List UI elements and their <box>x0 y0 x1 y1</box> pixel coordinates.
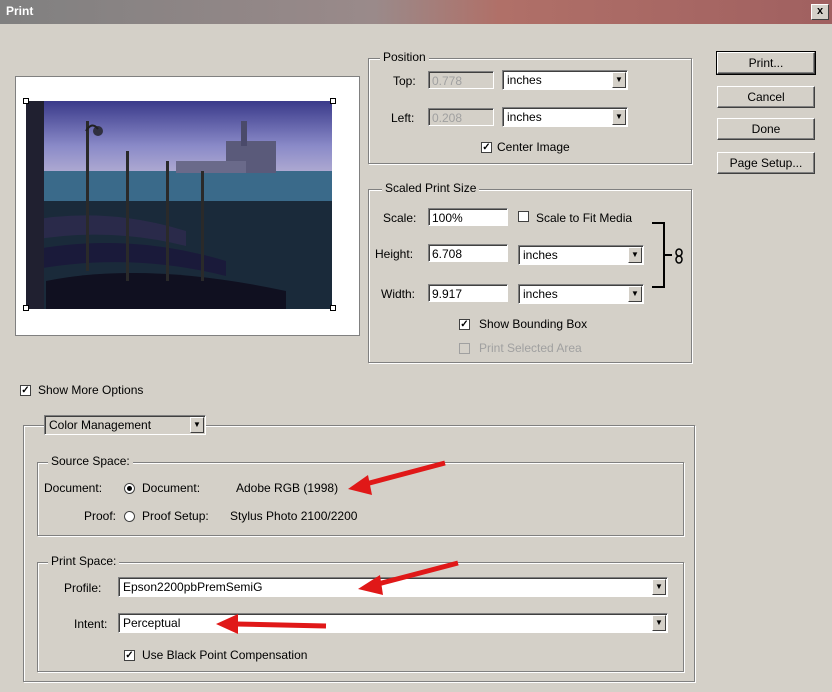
show-more-options-checkbox[interactable]: ✓ <box>20 385 31 396</box>
annotation-arrow <box>348 460 446 495</box>
center-image-checkbox[interactable]: ✓ <box>481 142 492 153</box>
intent-label: Intent: <box>74 617 108 631</box>
chain-link-icon <box>675 248 683 264</box>
options-section-select[interactable]: Color Management ▼ <box>44 415 206 435</box>
options-section-value: Color Management <box>49 418 152 432</box>
show-more-options-label: Show More Options <box>38 383 144 397</box>
print-space-title: Print Space: <box>48 554 120 568</box>
left-unit-select[interactable]: inches ▼ <box>502 107 628 127</box>
cancel-button[interactable]: Cancel <box>717 86 815 108</box>
left-label: Left: <box>391 111 415 125</box>
chevron-down-icon[interactable]: ▼ <box>652 579 666 595</box>
document-option-label: Document: <box>142 481 201 495</box>
show-bounding-box-checkbox[interactable]: ✓ <box>459 319 470 330</box>
bounding-box-handle[interactable] <box>23 305 29 311</box>
black-point-compensation-label: Use Black Point Compensation <box>142 648 308 662</box>
print-preview <box>15 76 360 336</box>
scaled-print-size-group <box>368 189 692 363</box>
width-unit-value: inches <box>523 287 558 301</box>
annotation-arrow <box>216 614 327 634</box>
top-unit-value: inches <box>507 73 542 87</box>
proof-radio[interactable] <box>124 511 135 522</box>
height-label: Height: <box>375 247 414 261</box>
done-button[interactable]: Done <box>717 118 815 140</box>
width-unit-select[interactable]: inches ▼ <box>518 284 644 304</box>
source-space-title: Source Space: <box>48 454 133 468</box>
height-unit-select[interactable]: inches ▼ <box>518 245 644 265</box>
chevron-down-icon[interactable]: ▼ <box>612 72 626 88</box>
top-label: Top: <box>393 74 416 88</box>
scale-input[interactable]: 100% <box>428 208 508 226</box>
position-group-title: Position <box>380 50 429 64</box>
black-point-compensation-checkbox[interactable]: ✓ <box>124 650 135 661</box>
close-button[interactable]: x <box>811 4 829 20</box>
proof-option-label: Proof Setup: <box>142 509 209 523</box>
document-radio[interactable] <box>124 483 135 494</box>
bounding-box-handle[interactable] <box>330 305 336 311</box>
print-selected-area-checkbox[interactable] <box>459 343 470 354</box>
left-unit-value: inches <box>507 110 542 124</box>
scaled-print-size-title: Scaled Print Size <box>382 181 480 195</box>
profile-label: Profile: <box>64 581 102 595</box>
bounding-box-handle[interactable] <box>330 98 336 104</box>
width-label: Width: <box>381 287 416 301</box>
print-selected-area-label: Print Selected Area <box>479 341 582 355</box>
annotation-arrow <box>358 560 459 595</box>
scale-to-fit-checkbox[interactable] <box>518 211 529 222</box>
show-bounding-box-label: Show Bounding Box <box>479 317 588 331</box>
title-bar[interactable]: Print x <box>0 0 832 24</box>
top-unit-select[interactable]: inches ▼ <box>502 70 628 90</box>
top-input[interactable]: 0.778 <box>428 71 494 89</box>
left-input[interactable]: 0.208 <box>428 108 494 126</box>
intent-value: Perceptual <box>123 616 181 630</box>
center-image-label: Center Image <box>497 140 570 154</box>
proof-profile: Stylus Photo 2100/2200 <box>230 509 358 523</box>
chevron-down-icon[interactable]: ▼ <box>628 247 642 263</box>
scale-label: Scale: <box>383 211 417 225</box>
profile-value: Epson2200pbPremSemiG <box>123 580 263 594</box>
chevron-down-icon[interactable]: ▼ <box>628 286 642 302</box>
page-setup-button[interactable]: Page Setup... <box>717 152 815 174</box>
chevron-down-icon[interactable]: ▼ <box>190 417 204 433</box>
height-unit-value: inches <box>523 248 558 262</box>
chevron-down-icon[interactable]: ▼ <box>652 615 666 631</box>
preview-image[interactable] <box>26 101 332 309</box>
scale-to-fit-label: Scale to Fit Media <box>536 211 633 225</box>
print-dialog: Print x Position Top: 0.778 inches ▼ Lef… <box>0 0 832 692</box>
chevron-down-icon[interactable]: ▼ <box>612 109 626 125</box>
width-input[interactable]: 9.917 <box>428 284 508 302</box>
window-title: Print <box>6 4 34 18</box>
print-button[interactable]: Print... <box>716 51 816 75</box>
document-profile: Adobe RGB (1998) <box>236 481 339 495</box>
intent-select[interactable]: Perceptual ▼ <box>118 613 668 633</box>
bounding-box-handle[interactable] <box>23 98 29 104</box>
constrain-proportions-bracket <box>652 222 672 288</box>
document-label: Document: <box>44 481 103 495</box>
height-input[interactable]: 6.708 <box>428 244 508 262</box>
proof-label: Proof: <box>84 509 117 523</box>
